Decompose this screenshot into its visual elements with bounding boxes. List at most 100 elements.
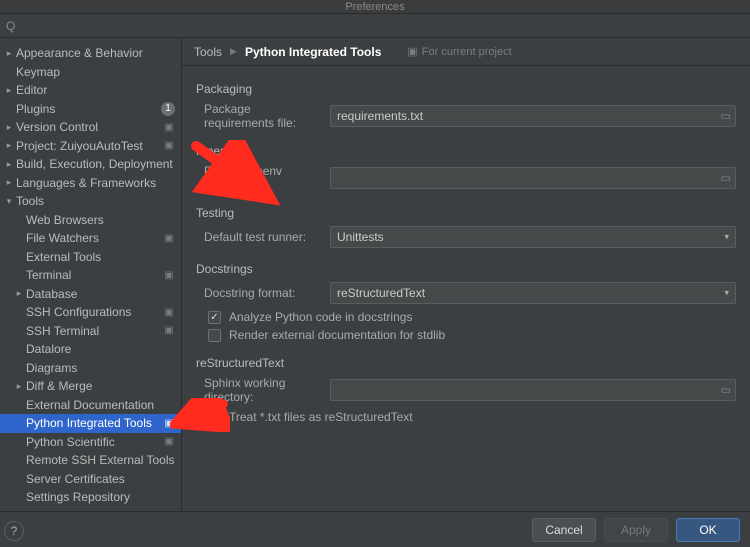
project-scope-icon: ▣ — [407, 45, 417, 58]
tree-item-label: Plugins — [16, 102, 157, 116]
tree-item[interactable]: Diagrams — [0, 359, 181, 378]
tree-item[interactable]: ▸Languages & Frameworks — [0, 174, 181, 193]
section-rst: reStructuredText — [196, 356, 736, 370]
test-runner-value: Unittests — [337, 230, 384, 244]
tree-item-label: Build, Execution, Deployment — [16, 157, 175, 171]
help-button[interactable]: ? — [4, 521, 24, 541]
tree-item-label: Datalore — [26, 342, 175, 356]
chevron-right-icon[interactable]: ▸ — [4, 48, 14, 59]
tree-item[interactable]: SSH Configurations▣ — [0, 303, 181, 322]
project-scope-icon: ▣ — [163, 436, 175, 447]
pipenv-exe-field[interactable]: ▭ — [330, 167, 736, 189]
breadcrumb-current: Python Integrated Tools — [245, 45, 381, 59]
tree-item-label: Python Scientific — [26, 435, 159, 449]
test-runner-select[interactable]: Unittests ▾ — [330, 226, 736, 248]
tree-item[interactable]: Server Certificates — [0, 470, 181, 489]
breadcrumb-root[interactable]: Tools — [194, 45, 222, 59]
tree-item[interactable]: Python Integrated Tools ▣ — [0, 414, 181, 433]
tree-item[interactable]: ▸Editor — [0, 81, 181, 100]
ok-button[interactable]: OK — [676, 518, 740, 542]
project-scope-icon: ▣ — [163, 418, 175, 429]
tree-item-label: Web Browsers — [26, 213, 175, 227]
section-docstrings: Docstrings — [196, 262, 736, 276]
folder-icon[interactable]: ▭ — [721, 172, 731, 185]
chevron-right-icon[interactable]: ▸ — [4, 177, 14, 188]
tree-item[interactable]: ▸Project: ZuiyouAutoTest ▣ — [0, 137, 181, 156]
treat-txt-checkbox[interactable] — [208, 411, 221, 424]
tree-item[interactable]: Settings Repository — [0, 488, 181, 507]
badge: 1 — [161, 102, 175, 116]
tree-item[interactable]: Web Browsers — [0, 211, 181, 230]
tree-item-label: Diff & Merge — [26, 379, 175, 393]
chevron-right-icon[interactable]: ▸ — [14, 381, 24, 392]
settings-panel: Packaging Package requirements file: req… — [182, 66, 750, 511]
chevron-right-icon[interactable]: ▸ — [4, 159, 14, 170]
tree-item-label: Diagrams — [26, 361, 175, 375]
treat-txt-row[interactable]: Treat *.txt files as reStructuredText — [208, 410, 736, 424]
tree-item[interactable]: ▸Diff & Merge — [0, 377, 181, 396]
window-titlebar: Preferences — [0, 0, 750, 14]
settings-tree[interactable]: ▸Appearance & BehaviorKeymap▸EditorPlugi… — [0, 38, 182, 511]
tree-item-label: External Tools — [26, 250, 175, 264]
render-stdlib-label: Render external documentation for stdlib — [229, 328, 445, 342]
chevron-right-icon[interactable]: ▸ — [4, 140, 14, 151]
dialog-footer: Cancel Apply OK — [0, 511, 750, 547]
tree-item[interactable]: ▸Appearance & Behavior — [0, 44, 181, 63]
pipenv-exe-label: Path to Pipenv executable: — [196, 164, 322, 192]
folder-icon[interactable]: ▭ — [721, 110, 731, 123]
apply-button[interactable]: Apply — [604, 518, 668, 542]
analyze-docstrings-label: Analyze Python code in docstrings — [229, 310, 412, 324]
project-scope-icon: ▣ — [163, 140, 175, 151]
tree-item[interactable]: File Watchers▣ — [0, 229, 181, 248]
sphinx-dir-label: Sphinx working directory: — [196, 376, 322, 404]
package-req-value: requirements.txt — [337, 109, 423, 123]
tree-item-label: Settings Repository — [26, 490, 175, 504]
docstring-format-select[interactable]: reStructuredText ▾ — [330, 282, 736, 304]
render-stdlib-row[interactable]: Render external documentation for stdlib — [208, 328, 736, 342]
analyze-docstrings-checkbox[interactable] — [208, 311, 221, 324]
sphinx-dir-field[interactable]: ▭ — [330, 379, 736, 401]
breadcrumb: Tools ▶ Python Integrated Tools ▣ For cu… — [182, 38, 750, 66]
tree-item[interactable]: ▾Tools — [0, 192, 181, 211]
cancel-button[interactable]: Cancel — [532, 518, 596, 542]
chevron-right-icon: ▶ — [230, 46, 237, 57]
window-title: Preferences — [345, 1, 404, 13]
tree-item[interactable]: Plugins 1 — [0, 100, 181, 119]
tree-item-label: SSH Terminal — [26, 324, 159, 338]
docstring-format-label: Docstring format: — [196, 286, 322, 300]
section-testing: Testing — [196, 206, 736, 220]
tree-item[interactable]: Terminal▣ — [0, 266, 181, 285]
section-pipenv: Pipenv — [196, 144, 736, 158]
tree-item-label: Project: ZuiyouAutoTest — [16, 139, 159, 153]
tree-item[interactable]: Datalore — [0, 340, 181, 359]
tree-item-label: SSH Configurations — [26, 305, 159, 319]
render-stdlib-checkbox[interactable] — [208, 329, 221, 342]
chevron-right-icon[interactable]: ▸ — [4, 122, 14, 133]
chevron-down-icon[interactable]: ▾ — [4, 196, 14, 207]
docstring-format-value: reStructuredText — [337, 286, 425, 300]
package-req-field[interactable]: requirements.txt ▭ — [330, 105, 736, 127]
search-icon: Q — [6, 19, 15, 33]
tree-item-label: Terminal — [26, 268, 159, 282]
analyze-docstrings-row[interactable]: Analyze Python code in docstrings — [208, 310, 736, 324]
tree-item[interactable]: SSH Terminal ▣ — [0, 322, 181, 341]
chevron-down-icon: ▾ — [724, 288, 729, 299]
treat-txt-label: Treat *.txt files as reStructuredText — [229, 410, 413, 424]
tree-item[interactable]: Python Scientific ▣ — [0, 433, 181, 452]
tree-item[interactable]: ▸Database — [0, 285, 181, 304]
project-scope-icon: ▣ — [163, 122, 175, 133]
folder-icon[interactable]: ▭ — [721, 384, 731, 397]
project-scope-icon: ▣ — [163, 325, 175, 336]
tree-item-label: Version Control — [16, 120, 159, 134]
tree-item-label: Python Integrated Tools — [26, 416, 159, 430]
tree-item[interactable]: Remote SSH External Tools — [0, 451, 181, 470]
chevron-right-icon[interactable]: ▸ — [14, 288, 24, 299]
tree-item[interactable]: Keymap — [0, 63, 181, 82]
chevron-right-icon[interactable]: ▸ — [4, 85, 14, 96]
project-scope-label: ▣ For current project — [407, 45, 511, 58]
tree-item[interactable]: External Tools — [0, 248, 181, 267]
tree-item[interactable]: External Documentation — [0, 396, 181, 415]
search-row[interactable]: Q — [0, 14, 750, 38]
tree-item[interactable]: ▸Build, Execution, Deployment — [0, 155, 181, 174]
tree-item[interactable]: ▸Version Control ▣ — [0, 118, 181, 137]
